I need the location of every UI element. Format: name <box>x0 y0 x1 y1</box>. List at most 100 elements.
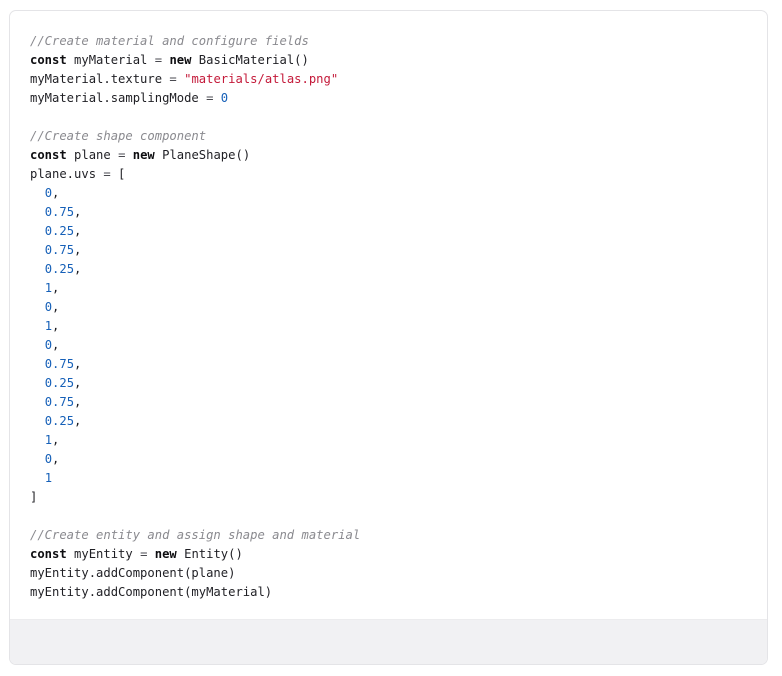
code-line: myEntity.addComponent(myMaterial) <box>30 583 767 602</box>
code-token: Entity() <box>176 547 243 561</box>
code-line: myEntity.addComponent(plane) <box>30 564 767 583</box>
operator-token: = <box>103 167 111 181</box>
code-line: 1, <box>30 431 767 450</box>
comment-token: //Create material and configure fields <box>30 34 309 48</box>
code-line: 1 <box>30 469 767 488</box>
code-token: , <box>52 452 60 466</box>
number-token: 0.25 <box>44 262 75 276</box>
code-line: 0.75, <box>30 393 767 412</box>
number-token: 0.75 <box>44 205 75 219</box>
code-token: , <box>74 414 82 428</box>
number-token: 1 <box>44 319 53 333</box>
code-block: //Create material and configure fields co… <box>9 10 768 665</box>
code-token: , <box>52 338 60 352</box>
comment-token: //Create shape component <box>30 129 207 143</box>
code-token: , <box>74 224 82 238</box>
code-token: , <box>74 376 82 390</box>
number-token: 1 <box>44 433 53 447</box>
code-line: 0.75, <box>30 355 767 374</box>
code-token: myEntity <box>66 547 141 561</box>
keyword-token: const <box>30 53 67 67</box>
code-line: ] <box>30 488 767 507</box>
number-token: 0 <box>44 186 53 200</box>
code-token: , <box>74 357 82 371</box>
code-line: const myMaterial = new BasicMaterial() <box>30 51 767 70</box>
code-line: 0.25, <box>30 222 767 241</box>
operator-token: = <box>154 53 163 67</box>
code-token: plane <box>66 148 119 162</box>
number-token: 1 <box>44 281 53 295</box>
blank-code-line <box>30 507 767 526</box>
code-line: 0, <box>30 184 767 203</box>
code-line: 0.75, <box>30 203 767 222</box>
number-token: 0 <box>220 91 229 105</box>
code-line: 0.25, <box>30 260 767 279</box>
code-token: , <box>74 205 82 219</box>
code-line: 0, <box>30 298 767 317</box>
code-token: PlaneShape() <box>154 148 251 162</box>
code-line: //Create shape component <box>30 127 767 146</box>
code-token: , <box>74 395 82 409</box>
number-token: 0.25 <box>44 414 75 428</box>
code-block-footer <box>10 619 767 664</box>
code-line: 0.75, <box>30 241 767 260</box>
code-line: const myEntity = new Entity() <box>30 545 767 564</box>
code-line: 1, <box>30 279 767 298</box>
code-token: , <box>74 262 82 276</box>
code-line: //Create entity and assign shape and mat… <box>30 526 767 545</box>
code-token: ] <box>30 490 38 504</box>
number-token: 0.75 <box>44 243 75 257</box>
comment-token: //Create entity and assign shape and mat… <box>30 528 361 542</box>
code-token: , <box>52 433 60 447</box>
code-token: plane.uvs <box>30 167 104 181</box>
code-token: myMaterial.samplingMode <box>30 91 207 105</box>
code-token: [ <box>110 167 126 181</box>
code-token: BasicMaterial() <box>191 53 309 67</box>
code-token: myMaterial <box>66 53 155 67</box>
number-token: 1 <box>44 471 53 485</box>
string-token: "materials/atlas.png" <box>184 72 339 86</box>
code-line: 0, <box>30 336 767 355</box>
keyword-token: const <box>30 148 67 162</box>
number-token: 0 <box>44 300 53 314</box>
code-token: , <box>52 186 60 200</box>
number-token: 0.75 <box>44 395 75 409</box>
number-token: 0.25 <box>44 224 75 238</box>
code-line: const plane = new PlaneShape() <box>30 146 767 165</box>
code-line: myMaterial.texture = "materials/atlas.pn… <box>30 70 767 89</box>
keyword-token: const <box>30 547 67 561</box>
code-content[interactable]: //Create material and configure fields co… <box>10 11 767 621</box>
number-token: 0 <box>44 452 53 466</box>
operator-token: = <box>169 72 177 86</box>
code-line: plane.uvs = [ <box>30 165 767 184</box>
keyword-token: new <box>154 547 177 561</box>
code-line: 0.25, <box>30 412 767 431</box>
keyword-token: new <box>169 53 192 67</box>
code-line: //Create material and configure fields <box>30 32 767 51</box>
code-token: myEntity.addComponent(plane) <box>30 566 236 580</box>
code-line: 0.25, <box>30 374 767 393</box>
code-token: , <box>74 243 82 257</box>
number-token: 0 <box>44 338 53 352</box>
keyword-token: new <box>132 148 155 162</box>
code-token: myEntity.addComponent(myMaterial) <box>30 585 273 599</box>
code-line: myMaterial.samplingMode = 0 <box>30 89 767 108</box>
number-token: 0.75 <box>44 357 75 371</box>
blank-code-line <box>30 108 767 127</box>
